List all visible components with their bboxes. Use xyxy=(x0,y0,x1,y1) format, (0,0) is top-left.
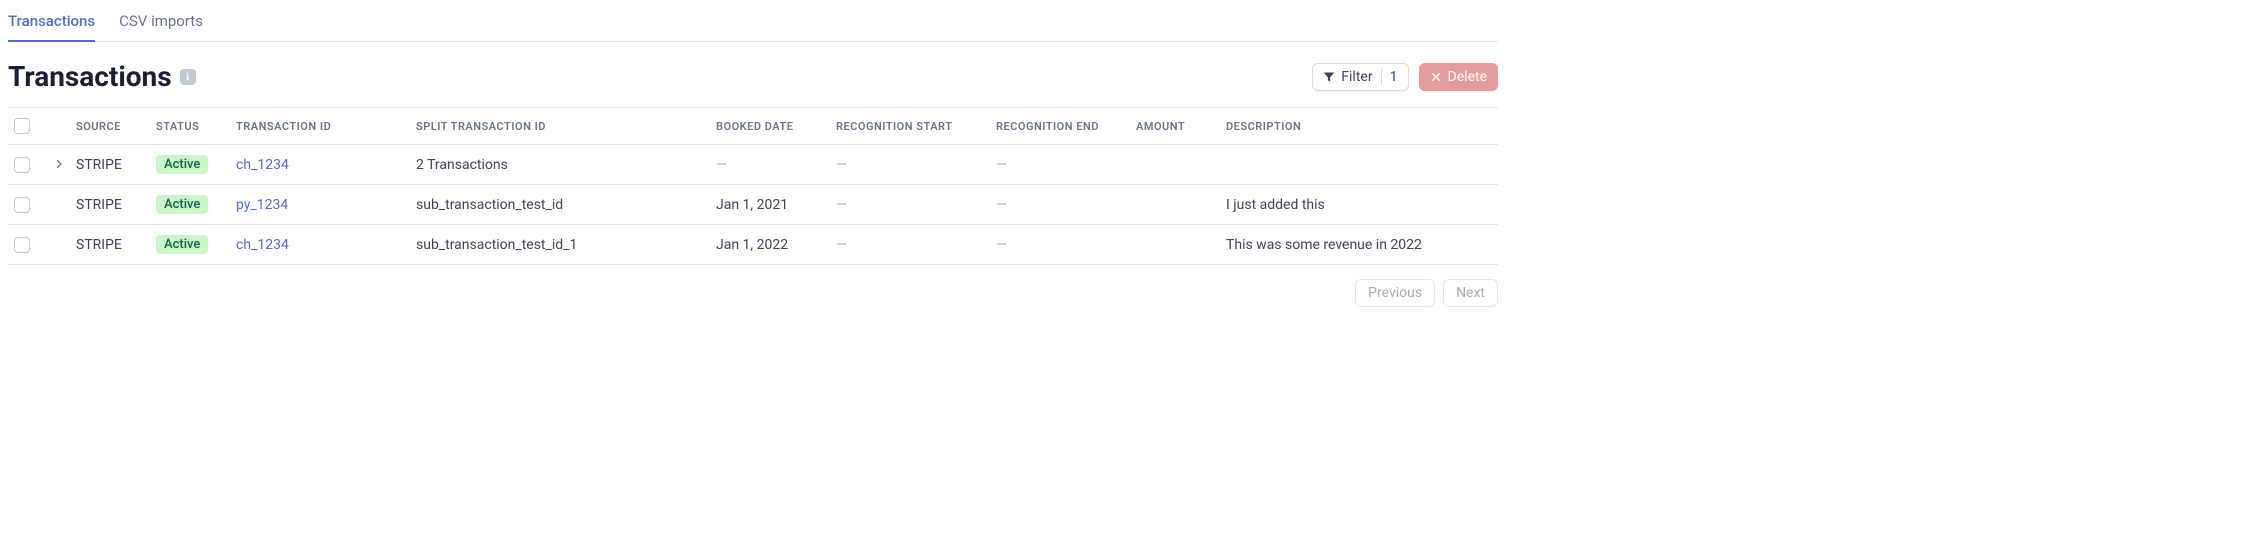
cell-desc: I just added this xyxy=(1226,197,1498,213)
expand-toggle[interactable] xyxy=(42,157,76,173)
status-badge: Active xyxy=(156,235,208,254)
cell-rec-end: — xyxy=(996,157,1136,173)
status-badge: Active xyxy=(156,155,208,174)
header-actions: Filter 1 Delete xyxy=(1312,63,1498,91)
info-icon[interactable]: i xyxy=(180,69,196,85)
cell-split: sub_transaction_test_id_1 xyxy=(416,237,716,253)
col-desc: DESCRIPTION xyxy=(1226,120,1498,133)
tab-bar: Transactions CSV imports xyxy=(8,0,1498,42)
transactions-table: SOURCE STATUS TRANSACTION ID SPLIT TRANS… xyxy=(8,107,1498,265)
col-source: SOURCE xyxy=(76,120,156,133)
row-checkbox[interactable] xyxy=(14,197,30,213)
cell-txid[interactable]: ch_1234 xyxy=(236,157,416,173)
table-row[interactable]: STRIPE Active py_1234 sub_transaction_te… xyxy=(8,185,1498,225)
cell-source: STRIPE xyxy=(76,157,156,173)
cell-split: 2 Transactions xyxy=(416,157,716,173)
filter-count: 1 xyxy=(1381,69,1398,85)
cell-split: sub_transaction_test_id xyxy=(416,197,716,213)
filter-label: Filter xyxy=(1341,69,1372,85)
table-header: SOURCE STATUS TRANSACTION ID SPLIT TRANS… xyxy=(8,108,1498,145)
col-amount: AMOUNT xyxy=(1136,120,1226,133)
delete-label: Delete xyxy=(1448,69,1487,85)
cell-booked: Jan 1, 2021 xyxy=(716,197,836,213)
row-checkbox[interactable] xyxy=(14,237,30,253)
cell-rec-start: — xyxy=(836,197,996,213)
tab-csv-imports[interactable]: CSV imports xyxy=(119,4,203,42)
cell-source: STRIPE xyxy=(76,197,156,213)
chevron-right-icon xyxy=(54,157,64,173)
cell-rec-end: — xyxy=(996,237,1136,253)
cell-booked: Jan 1, 2022 xyxy=(716,237,836,253)
filter-button[interactable]: Filter 1 xyxy=(1312,63,1408,91)
next-button[interactable]: Next xyxy=(1443,279,1498,307)
table-row[interactable]: STRIPE Active ch_1234 2 Transactions — —… xyxy=(8,145,1498,185)
col-rec-end: RECOGNITION END xyxy=(996,120,1136,133)
page-header: Transactions i Filter 1 Delete xyxy=(8,42,1498,107)
cell-desc: This was some revenue in 2022 xyxy=(1226,237,1498,253)
cell-rec-start: — xyxy=(836,157,996,173)
row-checkbox[interactable] xyxy=(14,157,30,173)
cell-source: STRIPE xyxy=(76,237,156,253)
close-icon xyxy=(1430,71,1442,83)
col-status: STATUS xyxy=(156,120,236,133)
cell-txid[interactable]: py_1234 xyxy=(236,197,416,213)
col-split: SPLIT TRANSACTION ID xyxy=(416,120,716,133)
delete-button[interactable]: Delete xyxy=(1419,63,1498,91)
pagination: Previous Next xyxy=(8,265,1498,321)
col-txid: TRANSACTION ID xyxy=(236,120,416,133)
select-all-checkbox[interactable] xyxy=(14,118,30,134)
cell-rec-start: — xyxy=(836,237,996,253)
cell-booked: — xyxy=(716,157,836,173)
table-row[interactable]: STRIPE Active ch_1234 sub_transaction_te… xyxy=(8,225,1498,265)
status-badge: Active xyxy=(156,195,208,214)
cell-txid[interactable]: ch_1234 xyxy=(236,237,416,253)
title-group: Transactions i xyxy=(8,60,196,93)
col-booked: BOOKED DATE xyxy=(716,120,836,133)
cell-rec-end: — xyxy=(996,197,1136,213)
filter-icon xyxy=(1323,71,1335,83)
tab-transactions[interactable]: Transactions xyxy=(8,4,95,42)
previous-button[interactable]: Previous xyxy=(1355,279,1435,307)
col-rec-start: RECOGNITION START xyxy=(836,120,996,133)
page-title: Transactions xyxy=(8,60,172,93)
